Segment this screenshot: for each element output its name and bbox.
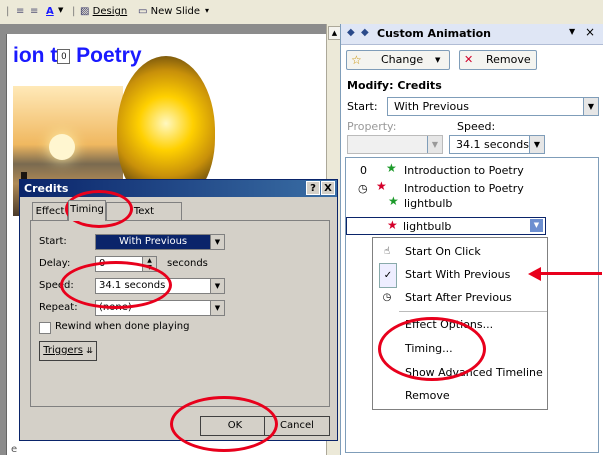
list-item-number: 0 bbox=[360, 164, 367, 177]
triggers-label: Triggers bbox=[43, 345, 83, 356]
slide-title-start: ion t bbox=[13, 44, 58, 67]
dialog-title: Credits bbox=[24, 182, 69, 195]
modify-heading: Modify: Credits bbox=[347, 79, 442, 92]
emphasis-star-icon: ★ bbox=[376, 179, 387, 193]
dialog-title-bar[interactable]: Credits ? X bbox=[20, 180, 337, 197]
sun-glow bbox=[49, 134, 75, 160]
menu-separator bbox=[399, 311, 547, 312]
menu-item-start-after-previous[interactable]: ◷ Start After Previous bbox=[373, 286, 547, 309]
tab-effect[interactable]: Effect bbox=[32, 202, 68, 220]
entrance-star-icon: ★ bbox=[386, 161, 397, 175]
chevron-down-icon[interactable]: ▼ bbox=[58, 6, 63, 14]
menu-item-label: Start After Previous bbox=[405, 291, 512, 304]
start-label: Start: bbox=[347, 100, 378, 113]
dialog-close-button[interactable]: X bbox=[321, 181, 335, 195]
annotation-circle-ok bbox=[170, 396, 278, 452]
checkmark-icon: ✓ bbox=[379, 263, 397, 288]
arrow-head bbox=[528, 267, 541, 281]
star-effect-icon: ☆ bbox=[351, 53, 362, 67]
speed-dropdown[interactable]: 34.1 seconds ▼ bbox=[449, 135, 545, 154]
new-slide-icon: ▭ bbox=[138, 6, 148, 17]
menu-item-start-with-previous[interactable]: ✓ Start With Previous bbox=[373, 263, 547, 288]
double-chevron-down-icon: ⇊ bbox=[86, 346, 93, 355]
delay-label: Delay: bbox=[39, 258, 71, 269]
toolbar-separator: | bbox=[72, 6, 76, 17]
menu-item-label: Start On Click bbox=[405, 245, 481, 258]
new-slide-label: New Slide bbox=[150, 6, 201, 17]
chevron-down-icon: ▼ bbox=[529, 136, 544, 153]
menu-item-start-on-click[interactable]: ☝ Start On Click bbox=[373, 240, 547, 263]
mouse-click-icon: ☝ bbox=[383, 246, 391, 257]
design-icon: ▨ bbox=[80, 6, 90, 17]
menu-item-label: Remove bbox=[405, 389, 450, 402]
start-label: Start: bbox=[39, 236, 67, 247]
triggers-button[interactable]: Triggers ⇊ bbox=[39, 341, 97, 361]
decrease-indent-icon[interactable]: ≡ bbox=[16, 6, 24, 17]
motion-path-star-icon: ★ bbox=[388, 194, 399, 208]
change-label: Change bbox=[381, 53, 424, 66]
new-slide-button[interactable]: ▭ New Slide bbox=[138, 6, 200, 17]
property-dropdown: ▼ bbox=[347, 135, 443, 154]
toolbar-separator: | bbox=[6, 6, 10, 17]
chevron-down-icon: ▼ bbox=[210, 235, 224, 249]
repeat-label: Repeat: bbox=[39, 302, 78, 313]
chevron-down-icon: ▼ bbox=[435, 56, 441, 64]
start-dropdown[interactable]: With Previous ▼ bbox=[95, 234, 225, 250]
increase-indent-icon[interactable]: ≡ bbox=[30, 6, 38, 17]
selected-list-item[interactable]: ★ lightbulb ▼ bbox=[346, 217, 546, 235]
timing-tab-panel: Start: With Previous ▼ Delay: 0 ▲ ▼ secon… bbox=[30, 220, 330, 407]
change-effect-button[interactable]: ☆ Change ▼ bbox=[346, 50, 450, 70]
emphasis-star-icon: ★ bbox=[387, 218, 398, 232]
task-pane-title: Custom Animation bbox=[377, 27, 491, 40]
close-icon[interactable]: × bbox=[585, 25, 595, 39]
back-arrow-icon[interactable]: ◆ bbox=[347, 27, 355, 38]
design-label: Design bbox=[92, 6, 128, 17]
font-color-button[interactable]: A bbox=[46, 6, 54, 17]
formatting-toolbar: | ≡ ≡ A ▼ | ▨ Design ▭ New Slide ▾ bbox=[0, 0, 603, 25]
list-item-label[interactable]: Introduction to Poetry bbox=[404, 182, 524, 195]
rewind-checkbox[interactable] bbox=[39, 322, 51, 334]
design-button[interactable]: ▨ Design bbox=[80, 6, 127, 17]
list-item-label[interactable]: lightbulb bbox=[404, 197, 452, 210]
task-pane-menu-icon[interactable]: ▼ bbox=[569, 27, 575, 36]
clock-icon: ◷ bbox=[382, 292, 392, 303]
rewind-label: Rewind when done playing bbox=[55, 321, 190, 332]
item-dropdown-arrow-icon[interactable]: ▼ bbox=[530, 219, 543, 232]
remove-effect-button[interactable]: ✕ Remove bbox=[459, 50, 537, 70]
chevron-down-icon: ▼ bbox=[210, 279, 224, 293]
start-dropdown[interactable]: With Previous ▼ bbox=[387, 97, 599, 116]
annotation-arrow bbox=[528, 265, 602, 283]
chevron-down-icon: ▼ bbox=[427, 136, 442, 153]
list-item-label: lightbulb bbox=[403, 220, 452, 233]
forward-arrow-icon[interactable]: ◆ bbox=[361, 27, 369, 38]
credits-timing-dialog: Credits ? X Effect Timing Text Animation… bbox=[19, 179, 338, 441]
animation-order-badge: 0 bbox=[57, 48, 71, 64]
annotation-circle-speed bbox=[60, 261, 172, 309]
list-item-label[interactable]: Introduction to Poetry bbox=[404, 164, 524, 177]
delay-unit-label: seconds bbox=[167, 258, 208, 269]
slide-title-end: Poetry bbox=[70, 44, 142, 67]
help-button[interactable]: ? bbox=[306, 181, 320, 195]
menu-item-label: Start With Previous bbox=[405, 268, 511, 281]
chevron-down-icon: ▼ bbox=[583, 98, 598, 115]
start-dropdown-value: With Previous bbox=[119, 236, 188, 247]
start-dropdown-value: With Previous bbox=[394, 100, 469, 113]
task-pane-header: ◆ ◆ Custom Animation ▼ × bbox=[341, 24, 603, 45]
clock-icon: ◷ bbox=[358, 182, 368, 195]
toolbar-options-icon[interactable]: ▾ bbox=[205, 6, 209, 15]
speed-dropdown-value: 34.1 seconds bbox=[456, 138, 529, 151]
tab-timing[interactable]: Timing bbox=[68, 200, 106, 221]
arrow-shaft bbox=[538, 272, 602, 275]
menu-item-remove[interactable]: Remove bbox=[373, 384, 547, 407]
property-label: Property: bbox=[347, 120, 397, 133]
chevron-down-icon: ▼ bbox=[210, 301, 224, 315]
speed-label: Speed: bbox=[457, 120, 496, 133]
slide-title[interactable]: ion t0 Poetry bbox=[13, 44, 142, 68]
remove-x-icon: ✕ bbox=[464, 53, 474, 66]
slide-footer-text: e bbox=[11, 444, 18, 455]
annotation-circle-timing-menu bbox=[378, 317, 486, 381]
remove-label: Remove bbox=[486, 53, 531, 66]
